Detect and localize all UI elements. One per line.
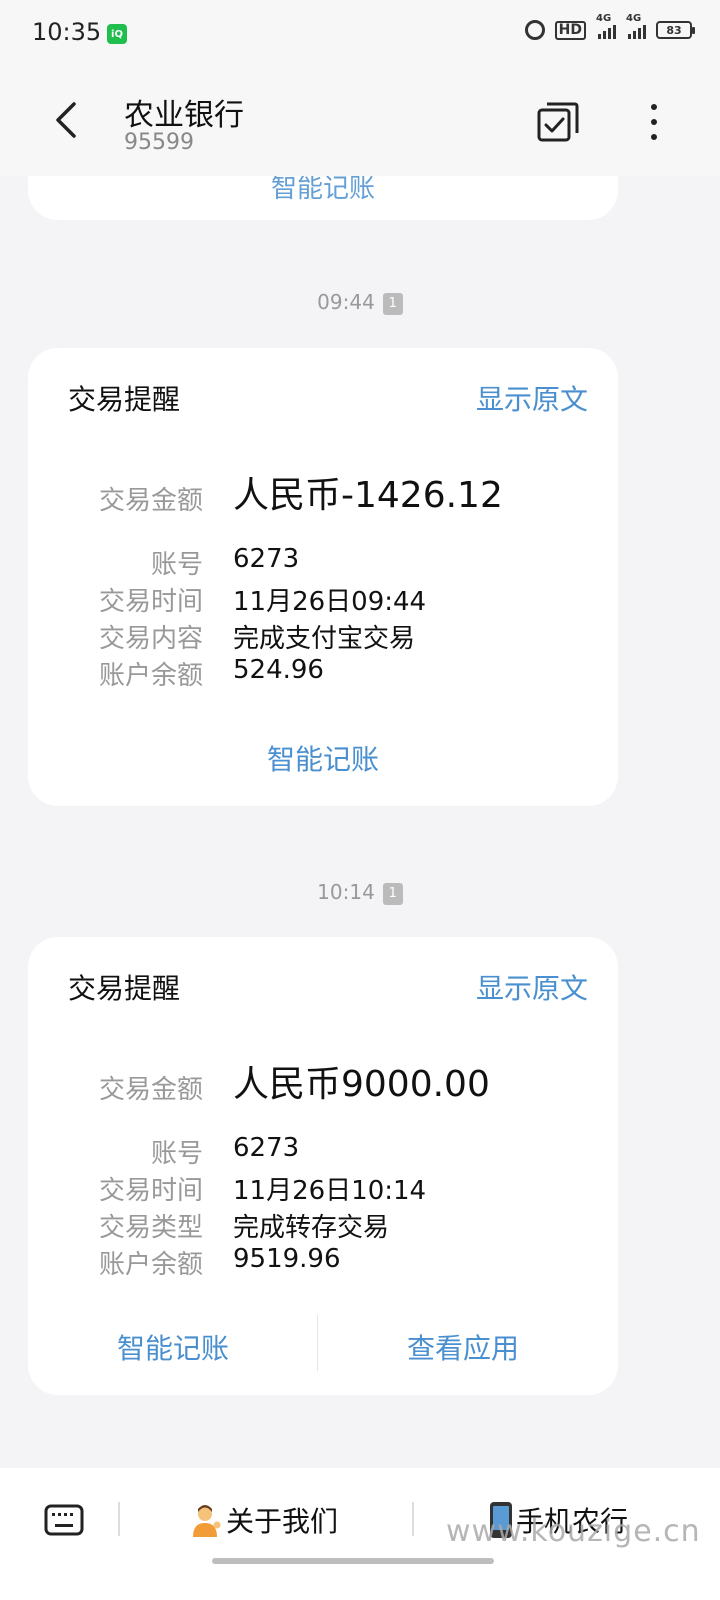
detail-value: 6273 [233,1133,300,1163]
detail-value: 完成转存交易 [233,1213,390,1243]
iqiyi-notification-icon: iQ [107,24,127,44]
amount-value: 人民币9000.00 [233,1064,490,1105]
more-options-button[interactable] [632,98,676,146]
status-bar: 10:35 iQ HD 4G 4G 83 [0,0,720,68]
detail-row: 交易时间 11月26日10:14 [28,1170,618,1208]
conversation-header: 农业银行 95599 [0,68,720,176]
show-original-button[interactable]: 显示原文 [476,378,588,418]
detail-row: 账号 6273 [28,1133,618,1171]
smart-bookkeeping-button[interactable]: 智能记账 [28,738,618,778]
detail-label: 账户余额 [98,1250,203,1280]
detail-row: 账号 6273 [28,544,618,582]
detail-row: 账户余额 9519.96 [28,1244,618,1282]
signal-icon-sim2: 4G [626,13,646,39]
detail-label: 账户余额 [98,661,203,691]
menu-about-us[interactable]: 关于我们 [188,1500,338,1540]
back-button[interactable] [48,100,88,140]
detail-label: 交易时间 [98,587,203,617]
more-dot [651,119,657,125]
detail-label: 交易时间 [98,1176,203,1206]
detail-label: 账号 [150,550,203,580]
chevron-left-icon [56,102,76,138]
menu-divider [118,1502,120,1536]
timestamp-text: 09:44 [317,290,375,314]
sim-card-icon: 1 [382,292,403,315]
multi-select-button[interactable] [536,100,580,144]
transaction-card[interactable]: 交易提醒 显示原文 交易金额 人民币-1426.12 账号 6273 交易时间 … [28,348,618,806]
alarm-icon [524,20,545,40]
bottom-menu-bar: 关于我们 手机农行 www.kouzige.cn [0,1468,720,1600]
amount-row: 交易金额 人民币-1426.12 [28,466,618,516]
more-dot [651,134,657,140]
home-indicator[interactable] [212,1558,494,1564]
status-icons: HD 4G 4G 83 [524,13,695,40]
detail-row: 交易内容 完成支付宝交易 [28,618,618,656]
signal-icon-sim1: 4G [596,13,616,39]
smart-bookkeeping-button[interactable]: 智能记账 [28,1327,318,1367]
keyboard-toggle-button[interactable] [44,1504,84,1536]
keyboard-icon [44,1504,84,1536]
timestamp-text: 10:14 [317,880,375,904]
detail-label: 交易内容 [98,624,203,654]
watermark: www.kouzige.cn [446,1514,701,1549]
detail-value: 11月26日10:14 [233,1176,427,1206]
battery-icon: 83 [656,21,695,39]
more-dot [651,104,657,110]
show-original-button[interactable]: 显示原文 [476,967,588,1007]
detail-value: 524.96 [233,655,324,685]
menu-about-us-label: 关于我们 [226,1505,339,1538]
detail-row: 交易时间 11月26日09:44 [28,581,618,619]
card-title: 交易提醒 [68,383,181,416]
network-type-label: 4G [596,13,612,24]
amount-row: 交易金额 人民币9000.00 [28,1055,618,1105]
detail-value: 完成支付宝交易 [233,624,416,654]
card-title: 交易提醒 [68,972,181,1005]
detail-row: 交易类型 完成转存交易 [28,1207,618,1245]
message-timestamp: 09:44 1 [0,290,720,315]
detail-row: 账户余额 524.96 [28,655,618,693]
detail-label: 交易类型 [98,1213,203,1243]
contact-number: 95599 [124,130,194,155]
detail-value: 9519.96 [233,1244,341,1274]
sim-card-icon: 1 [382,882,403,905]
checkbox-select-icon [537,102,579,142]
detail-label: 账号 [150,1139,203,1169]
amount-value: 人民币-1426.12 [233,475,503,516]
menu-divider [412,1502,414,1536]
status-time: 10:35 [32,18,102,46]
contact-name: 农业银行 [124,98,244,133]
amount-label: 交易金额 [98,1075,203,1105]
view-app-button[interactable]: 查看应用 [318,1327,608,1367]
transaction-card[interactable]: 交易提醒 显示原文 交易金额 人民币9000.00 账号 6273 交易时间 1… [28,937,618,1395]
detail-value: 11月26日09:44 [233,587,427,617]
message-timestamp: 10:14 1 [0,880,720,905]
hd-voice-icon: HD [554,20,586,40]
detail-value: 6273 [233,544,300,574]
amount-label: 交易金额 [98,486,203,516]
network-type-label: 4G [626,13,642,24]
person-tipping-hand-icon [188,1503,222,1537]
